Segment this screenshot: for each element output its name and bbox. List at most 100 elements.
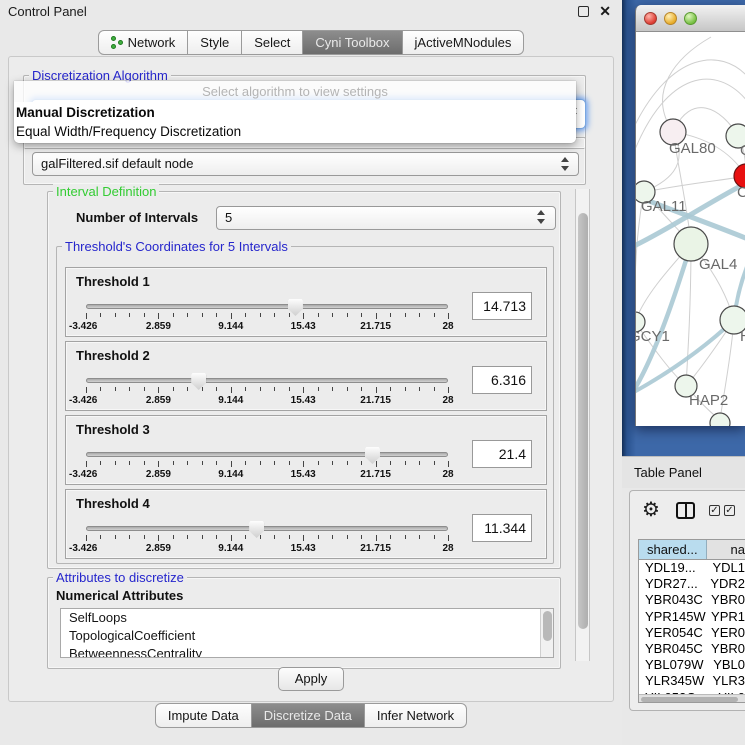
tab-jactivemnodules[interactable]: jActiveMNodules: [403, 30, 525, 55]
tick-mark: [144, 461, 145, 465]
algorithm-option-equal-width[interactable]: Equal Width/Frequency Discretization: [14, 122, 576, 141]
table-cell[interactable]: YBL079W: [639, 657, 709, 673]
node-bottom[interactable]: [710, 413, 730, 426]
tick-mark: [405, 461, 406, 465]
threshold-1-label: Threshold 1: [76, 274, 150, 289]
tick-mark: [216, 535, 217, 539]
attribute-list-item[interactable]: TopologicalCoefficient: [61, 627, 553, 645]
table-row[interactable]: YDR27...YDR2: [639, 576, 745, 592]
close-traffic-light-icon[interactable]: [644, 12, 657, 25]
table-cell[interactable]: YBR0: [707, 641, 745, 657]
tick-label: 15.43: [291, 543, 316, 554]
threshold-1-slider[interactable]: -3.4262.8599.14415.4321.71528: [86, 300, 448, 334]
tick-label: 15.43: [291, 469, 316, 480]
float-icon[interactable]: [578, 6, 589, 17]
tick-mark: [129, 313, 130, 317]
split-view-icon[interactable]: [676, 502, 695, 519]
table-cell[interactable]: YDR27...: [639, 576, 706, 592]
tick-mark: [202, 535, 203, 539]
threshold-3-slider[interactable]: -3.4262.8599.14415.4321.71528: [86, 448, 448, 482]
slider-tick-labels: -3.4262.8599.14415.4321.71528: [86, 469, 448, 481]
table-row[interactable]: YER054CYER0: [639, 625, 745, 641]
tab-select[interactable]: Select: [242, 30, 303, 55]
threshold-2-slider[interactable]: -3.4262.8599.14415.4321.71528: [86, 374, 448, 408]
table-cell[interactable]: YBR045C: [639, 641, 707, 657]
tab-jactivemnodules-label: jActiveMNodules: [415, 31, 512, 54]
tick-mark: [318, 461, 319, 465]
table-cell[interactable]: YBR0: [707, 592, 745, 608]
tick-mark: [448, 461, 449, 467]
table-cell[interactable]: YER0: [707, 625, 745, 641]
network-canvas[interactable]: GAL80 GA C GAL11 GAL4 GCY1 H HAP2: [636, 32, 745, 426]
zoom-traffic-light-icon[interactable]: [684, 12, 697, 25]
tick-label: 9.144: [218, 321, 243, 332]
tab-style[interactable]: Style: [188, 30, 242, 55]
apply-button[interactable]: Apply: [278, 667, 344, 691]
table-row[interactable]: YBL079WYBL0: [639, 657, 745, 673]
panel-scrollbar[interactable]: [575, 189, 590, 661]
threshold-4-value-field[interactable]: 11.344: [472, 514, 532, 542]
tab-infer-network[interactable]: Infer Network: [365, 703, 467, 728]
table-row[interactable]: YDL19...YDL1: [639, 560, 745, 576]
tick-mark: [448, 313, 449, 319]
threshold-coordinates-label: Threshold's Coordinates for 5 Intervals: [62, 239, 291, 254]
table-body[interactable]: YDL19...YDL1YDR27...YDR2YBR043CYBR0YPR14…: [639, 560, 745, 696]
tick-mark: [405, 535, 406, 539]
attribute-list-item[interactable]: BetweennessCentrality: [61, 645, 553, 658]
tick-mark: [303, 313, 304, 319]
tab-cyni-toolbox[interactable]: Cyni Toolbox: [303, 30, 402, 55]
network-icon: [111, 36, 123, 50]
threshold-2-value-field[interactable]: 6.316: [472, 366, 532, 394]
tick-mark: [86, 313, 87, 319]
tick-mark: [448, 387, 449, 393]
table-row[interactable]: YPR145WYPR1: [639, 609, 745, 625]
close-icon[interactable]: ✕: [599, 3, 611, 20]
tick-mark: [100, 387, 101, 391]
gear-icon[interactable]: ⚙: [642, 497, 660, 522]
table-cell[interactable]: YDR2: [706, 576, 745, 592]
table-panel-titlebar: Table Panel: [622, 456, 745, 488]
table-cell[interactable]: YDL1: [708, 560, 745, 576]
tick-mark: [419, 387, 420, 391]
minimize-traffic-light-icon[interactable]: [664, 12, 677, 25]
attribute-list-item[interactable]: SelfLoops: [61, 609, 553, 627]
tick-label: -3.426: [69, 321, 97, 332]
algorithm-option-manual[interactable]: Manual Discretization: [14, 103, 576, 122]
tab-network[interactable]: Network: [98, 30, 189, 55]
checkbox-icon[interactable]: ✓: [724, 505, 735, 516]
table-data-combobox[interactable]: galFiltered.sif default node: [32, 152, 579, 176]
table-cell[interactable]: YBL0: [709, 657, 745, 673]
threshold-1-value-field[interactable]: 14.713: [472, 292, 532, 320]
number-of-intervals-combobox[interactable]: 5: [216, 206, 556, 230]
threshold-4-slider[interactable]: -3.4262.8599.14415.4321.71528: [86, 522, 448, 556]
column-header-shared-name[interactable]: shared...: [639, 540, 707, 559]
tick-mark: [434, 387, 435, 391]
tab-impute-data[interactable]: Impute Data: [155, 703, 252, 728]
checkbox-icon[interactable]: ✓: [709, 505, 720, 516]
table-cell[interactable]: YPR1: [707, 609, 745, 625]
table-cell[interactable]: YLR3: [708, 673, 745, 689]
table-row[interactable]: YBR043CYBR0: [639, 592, 745, 608]
threshold-3-value-field[interactable]: 21.4: [472, 440, 532, 468]
numerical-attributes-list[interactable]: SelfLoopsTopologicalCoefficientBetweenne…: [60, 608, 554, 658]
tab-discretize-data[interactable]: Discretize Data: [252, 703, 365, 728]
table-row[interactable]: YBR045CYBR0: [639, 641, 745, 657]
tick-mark: [173, 313, 174, 317]
tick-mark: [245, 535, 246, 539]
threshold-2-box: Threshold 2 -3.4262.8599.14415.4321.7152…: [65, 341, 547, 411]
table-cell[interactable]: YER054C: [639, 625, 707, 641]
tick-label: 2.859: [146, 469, 171, 480]
table-row[interactable]: YLR345WYLR3: [639, 673, 745, 689]
attributes-scrollbar[interactable]: [540, 609, 553, 657]
tick-mark: [144, 387, 145, 391]
control-panel-titlebar: Control Panel ✕: [0, 0, 622, 24]
column-header-name[interactable]: na: [707, 540, 745, 559]
table-cell[interactable]: YBR043C: [639, 592, 707, 608]
tick-label: 2.859: [146, 543, 171, 554]
table-cell[interactable]: YDL19...: [639, 560, 708, 576]
table-data-stepper-icon: [561, 157, 570, 171]
horizontal-scrollbar[interactable]: [639, 694, 745, 702]
table-cell[interactable]: YLR345W: [639, 673, 708, 689]
tick-mark: [260, 535, 261, 539]
table-cell[interactable]: YPR145W: [639, 609, 707, 625]
